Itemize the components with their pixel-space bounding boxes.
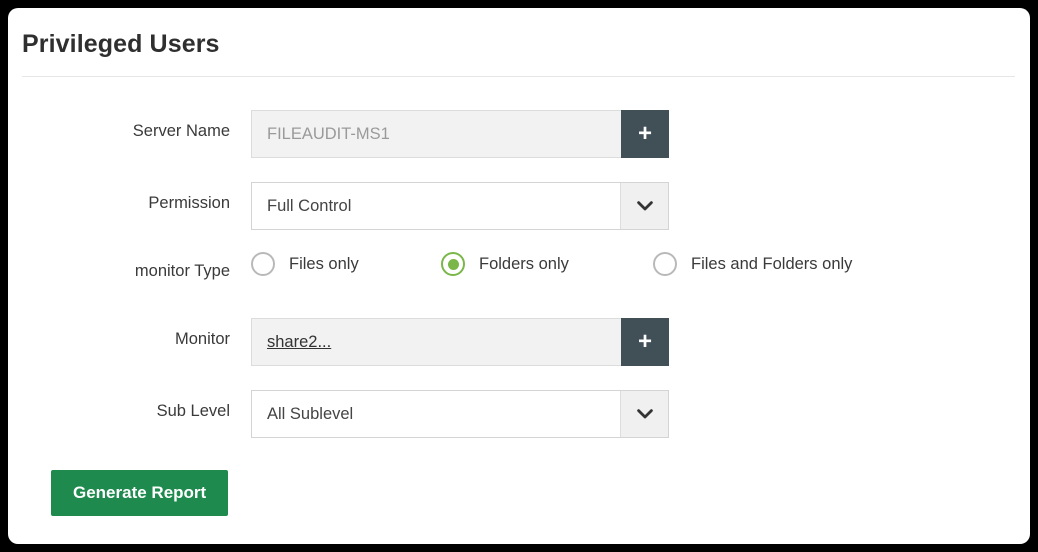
form-row-monitor-type: monitor Type Files only Folders only Fil… [8,248,1030,312]
sub-level-select[interactable]: All Sublevel [251,390,669,438]
sub-level-selected-value: All Sublevel [267,404,354,423]
monitor-input-group: share2... + [251,318,669,366]
chevron-down-icon [636,200,653,212]
privileged-users-card: Privileged Users Server Name FILEAUDIT-M… [8,8,1030,544]
radio-files-only[interactable]: Files only [251,252,441,276]
radio-folders-only[interactable]: Folders only [441,252,653,276]
title-divider [22,76,1015,77]
server-name-input[interactable]: FILEAUDIT-MS1 [251,110,621,158]
form-row-server-name: Server Name FILEAUDIT-MS1 + [8,104,1030,176]
monitor-input[interactable]: share2... [251,318,621,366]
label-server-name: Server Name [132,122,230,140]
add-server-button[interactable]: + [621,110,669,158]
monitor-type-radio-group: Files only Folders only Files and Folder… [251,252,852,276]
control-server-name: FILEAUDIT-MS1 + [251,110,669,158]
form-row-permission: Permission Full Control [8,176,1030,248]
form-row-sub-level: Sub Level All Sublevel [8,384,1030,456]
add-monitor-button[interactable]: + [621,318,669,366]
radio-label-folders-only: Folders only [479,255,569,273]
monitor-selected-share-link[interactable]: share2... [267,333,331,352]
control-sub-level: All Sublevel [251,390,669,438]
page-title: Privileged Users [22,30,220,58]
permission-dropdown-toggle[interactable] [620,183,668,229]
plus-icon: + [637,328,652,355]
chevron-down-icon [636,408,653,420]
radio-mark-folders-only[interactable] [441,252,465,276]
permission-select[interactable]: Full Control [251,182,669,230]
sub-level-dropdown-toggle[interactable] [620,391,668,437]
label-permission: Permission [148,194,230,212]
radio-mark-files-only[interactable] [251,252,275,276]
radio-files-and-folders-only[interactable]: Files and Folders only [653,252,852,276]
form-row-monitor: Monitor share2... + [8,312,1030,384]
label-monitor: Monitor [174,330,230,348]
permission-selected-value: Full Control [267,196,352,215]
plus-icon: + [637,120,652,147]
control-permission: Full Control [251,182,669,230]
radio-mark-files-and-folders-only[interactable] [653,252,677,276]
label-monitor-type: monitor Type [134,262,230,280]
server-name-input-group: FILEAUDIT-MS1 + [251,110,669,158]
radio-label-files-only: Files only [289,255,359,273]
radio-label-files-and-folders-only: Files and Folders only [691,255,853,273]
control-monitor: share2... + [251,318,669,366]
form-actions: Generate Report [51,470,229,516]
label-sub-level: Sub Level [156,402,230,420]
generate-report-button[interactable]: Generate Report [51,470,229,516]
privileged-users-form: Server Name FILEAUDIT-MS1 + Permission F… [8,104,1030,456]
